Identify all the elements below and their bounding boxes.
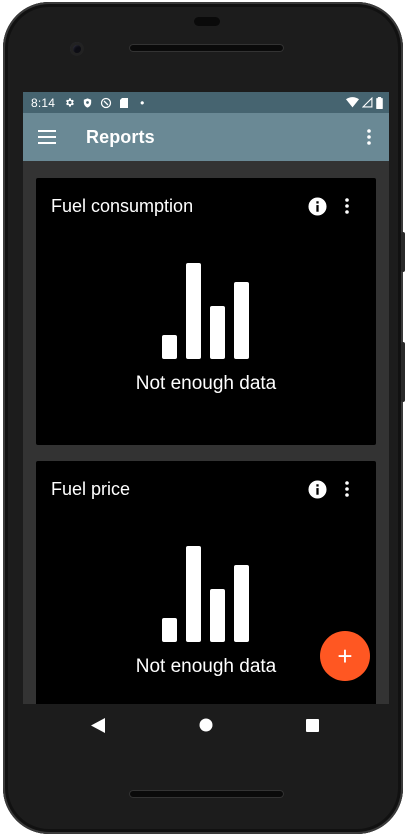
sd-card-icon bbox=[120, 97, 129, 108]
status-bar: 8:14 • bbox=[23, 92, 389, 113]
info-icon[interactable] bbox=[308, 197, 327, 216]
hamburger-menu-icon bbox=[38, 130, 56, 144]
recents-button[interactable] bbox=[301, 714, 323, 736]
bar-chart-icon bbox=[162, 263, 250, 359]
vpn-icon bbox=[101, 97, 112, 108]
shield-icon bbox=[83, 97, 92, 108]
status-icons-right bbox=[346, 96, 383, 109]
system-nav-bar bbox=[23, 704, 389, 746]
notification-dot-icon: • bbox=[140, 95, 145, 110]
back-button[interactable] bbox=[87, 714, 109, 736]
bottom-speaker bbox=[129, 790, 284, 798]
power-button bbox=[401, 232, 405, 272]
card-title: Fuel price bbox=[51, 479, 131, 499]
home-button[interactable] bbox=[195, 714, 217, 736]
bar-chart-icon bbox=[162, 546, 250, 642]
more-vertical-icon bbox=[345, 198, 349, 214]
app-bar: Reports bbox=[23, 113, 389, 161]
more-vertical-icon bbox=[345, 481, 349, 497]
report-card-fuel-consumption[interactable]: Fuel consumption Not enough data bbox=[36, 178, 376, 445]
recents-icon bbox=[305, 718, 319, 732]
volume-button bbox=[401, 342, 405, 402]
front-camera bbox=[70, 42, 84, 56]
card-menu-button[interactable] bbox=[337, 196, 357, 216]
add-icon: + bbox=[337, 641, 353, 671]
overflow-menu-button[interactable] bbox=[349, 113, 389, 161]
top-speaker bbox=[129, 44, 284, 52]
card-menu-button[interactable] bbox=[337, 479, 357, 499]
settings-icon bbox=[66, 98, 75, 107]
signal-icon bbox=[362, 97, 373, 108]
screen: 8:14 • Reports Fuel consumption Not enou… bbox=[23, 92, 389, 704]
more-vertical-icon bbox=[367, 129, 371, 145]
battery-icon bbox=[376, 96, 383, 109]
back-icon bbox=[91, 717, 105, 733]
hamburger-menu-button[interactable] bbox=[23, 113, 71, 161]
wifi-icon bbox=[346, 97, 359, 108]
page-title: Reports bbox=[86, 126, 155, 147]
status-time: 8:14 bbox=[31, 95, 56, 110]
home-icon bbox=[199, 718, 213, 732]
empty-state-message: Not enough data bbox=[135, 373, 277, 394]
info-icon[interactable] bbox=[308, 480, 327, 499]
earpiece bbox=[194, 17, 220, 26]
card-title: Fuel consumption bbox=[51, 196, 194, 216]
status-icons-left: • bbox=[64, 96, 144, 110]
add-entry-fab[interactable]: + bbox=[320, 631, 370, 681]
